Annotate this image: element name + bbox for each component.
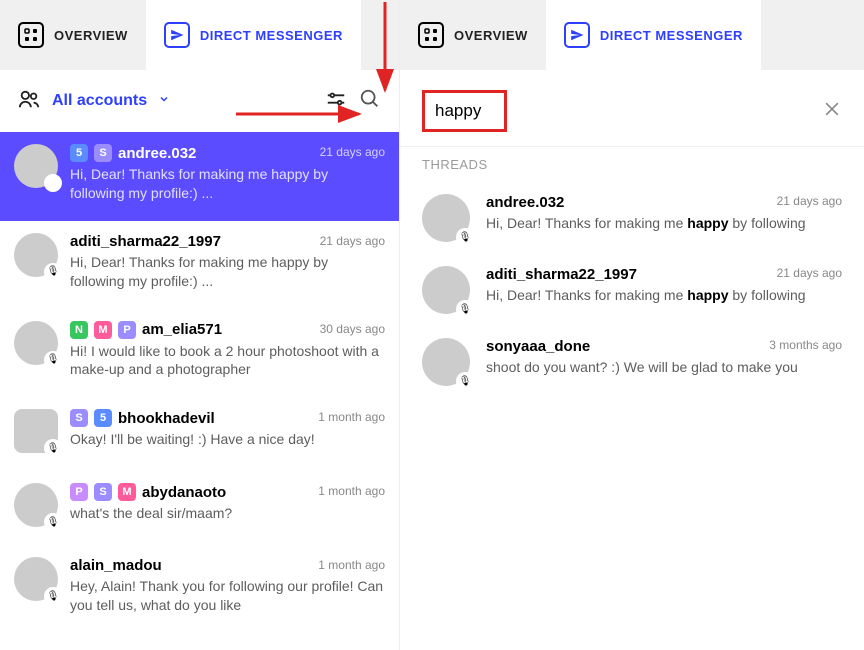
conversation-snippet: Hi, Dear! Thanks for making me happy by … xyxy=(70,165,385,203)
thread-snippet: shoot do you want? :) We will be glad to… xyxy=(486,358,842,378)
conversation-tag: S xyxy=(94,144,112,162)
search-input[interactable] xyxy=(422,90,507,132)
conversation-item[interactable]: 🎙 S 5 bhookhadevil Okay! I'll be waiting… xyxy=(0,397,399,471)
avatar: 🎙 xyxy=(422,338,470,386)
conversation-username: bhookhadevil xyxy=(118,410,215,427)
thread-snippet: Hi, Dear! Thanks for making me happy by … xyxy=(486,286,842,306)
threads-section-title: THREADS xyxy=(400,147,864,182)
search-icon[interactable] xyxy=(359,88,381,115)
thread-time: 21 days ago xyxy=(777,194,842,208)
tabs-bar-right: OVERVIEW DIRECT MESSENGER xyxy=(400,0,864,70)
conversation-tag: P xyxy=(118,321,136,339)
tab-direct-label: DIRECT MESSENGER xyxy=(200,28,343,43)
chevron-down-icon xyxy=(158,92,170,110)
thread-time: 3 months ago xyxy=(769,338,842,352)
conversation-tag: M xyxy=(118,483,136,501)
conversation-item[interactable]: 🎙 N M P am_elia571 Hi! I would like to b… xyxy=(0,309,399,398)
conversation-snippet: Okay! I'll be waiting! :) Have a nice da… xyxy=(70,430,385,449)
tab-overview-label: OVERVIEW xyxy=(454,28,528,43)
conversation-username: alain_madou xyxy=(70,557,162,574)
conversation-time: 1 month ago xyxy=(318,484,385,498)
avatar-account-badge: 🎙 xyxy=(44,351,62,369)
avatar-account-badge: 🎙 xyxy=(456,372,474,390)
thread-snippet: Hi, Dear! Thanks for making me happy by … xyxy=(486,214,842,234)
avatar: 🎙 xyxy=(14,409,58,453)
avatar: 🎙 xyxy=(14,144,58,188)
tab-overview-label: OVERVIEW xyxy=(54,28,128,43)
thread-item[interactable]: 🎙 aditi_sharma22_1997 Hi, Dear! Thanks f… xyxy=(400,254,864,326)
conversation-item[interactable]: 🎙 aditi_sharma22_1997 Hi, Dear! Thanks f… xyxy=(0,221,399,309)
avatar-account-badge: 🎙 xyxy=(44,587,62,605)
grid-icon xyxy=(418,22,444,48)
thread-item[interactable]: 🎙 andree.032 Hi, Dear! Thanks for making… xyxy=(400,182,864,254)
conversation-username: am_elia571 xyxy=(142,321,222,338)
conversation-time: 1 month ago xyxy=(318,558,385,572)
close-icon[interactable] xyxy=(822,99,842,124)
avatar-account-badge: 🎙 xyxy=(44,439,62,457)
send-icon xyxy=(164,22,190,48)
accounts-selector[interactable]: All accounts xyxy=(52,92,170,110)
conversation-tag: 5 xyxy=(70,144,88,162)
tab-direct-label: DIRECT MESSENGER xyxy=(600,28,743,43)
left-panel: OVERVIEW DIRECT MESSENGER All accounts xyxy=(0,0,400,650)
people-icon xyxy=(18,88,40,115)
conversation-tag: 5 xyxy=(94,409,112,427)
tabs-bar-left: OVERVIEW DIRECT MESSENGER xyxy=(0,0,399,70)
avatar-account-badge: 🎙 xyxy=(44,263,62,281)
tab-overview-right[interactable]: OVERVIEW xyxy=(400,0,546,70)
conversation-tag: M xyxy=(94,321,112,339)
conversation-tag: S xyxy=(70,409,88,427)
conversation-tag: P xyxy=(70,483,88,501)
avatar-account-badge: 🎙 xyxy=(44,174,62,192)
conversation-username: andree.032 xyxy=(118,145,196,162)
conversation-tag: S xyxy=(94,483,112,501)
grid-icon xyxy=(18,22,44,48)
right-panel: OVERVIEW DIRECT MESSENGER THREADS 🎙 andr… xyxy=(400,0,864,650)
conversation-username: aditi_sharma22_1997 xyxy=(70,233,221,250)
conversation-username: abydanaoto xyxy=(142,484,226,501)
conversation-time: 21 days ago xyxy=(320,145,385,159)
thread-item[interactable]: 🎙 sonyaaa_done shoot do you want? :) We … xyxy=(400,326,864,398)
avatar: 🎙 xyxy=(422,194,470,242)
avatar: 🎙 xyxy=(14,233,58,277)
conversation-snippet: Hi, Dear! Thanks for making me happy by … xyxy=(70,253,385,291)
conversation-item[interactable]: 🎙 alain_madou Hey, Alain! Thank you for … xyxy=(0,545,399,633)
search-bar xyxy=(400,70,864,146)
avatar: 🎙 xyxy=(14,557,58,601)
conversation-list: 🎙 5 S andree.032 Hi, Dear! Thanks for ma… xyxy=(0,132,399,650)
conversation-item[interactable]: 🎙 5 S andree.032 Hi, Dear! Thanks for ma… xyxy=(0,132,399,221)
avatar: 🎙 xyxy=(14,321,58,365)
tab-overview-left[interactable]: OVERVIEW xyxy=(0,0,146,70)
avatar-account-badge: 🎙 xyxy=(456,300,474,318)
tab-direct-right[interactable]: DIRECT MESSENGER xyxy=(546,0,761,70)
conversation-snippet: Hi! I would like to book a 2 hour photos… xyxy=(70,342,385,380)
avatar-account-badge: 🎙 xyxy=(456,228,474,246)
filter-bar: All accounts xyxy=(0,70,399,132)
conversation-snippet: Hey, Alain! Thank you for following our … xyxy=(70,577,385,615)
conversation-tag: N xyxy=(70,321,88,339)
conversation-snippet: what's the deal sir/maam? xyxy=(70,504,385,523)
tab-direct-left[interactable]: DIRECT MESSENGER xyxy=(146,0,361,70)
thread-time: 21 days ago xyxy=(777,266,842,280)
conversation-time: 30 days ago xyxy=(320,322,385,336)
conversation-item[interactable]: 🎙 P S M abydanaoto what's the deal sir/m… xyxy=(0,471,399,545)
avatar: 🎙 xyxy=(422,266,470,314)
conversation-time: 1 month ago xyxy=(318,410,385,424)
avatar: 🎙 xyxy=(14,483,58,527)
accounts-label: All accounts xyxy=(52,92,147,109)
send-icon xyxy=(564,22,590,48)
conversation-time: 21 days ago xyxy=(320,234,385,248)
filter-sliders-icon[interactable] xyxy=(325,88,347,115)
avatar-account-badge: 🎙 xyxy=(44,513,62,531)
